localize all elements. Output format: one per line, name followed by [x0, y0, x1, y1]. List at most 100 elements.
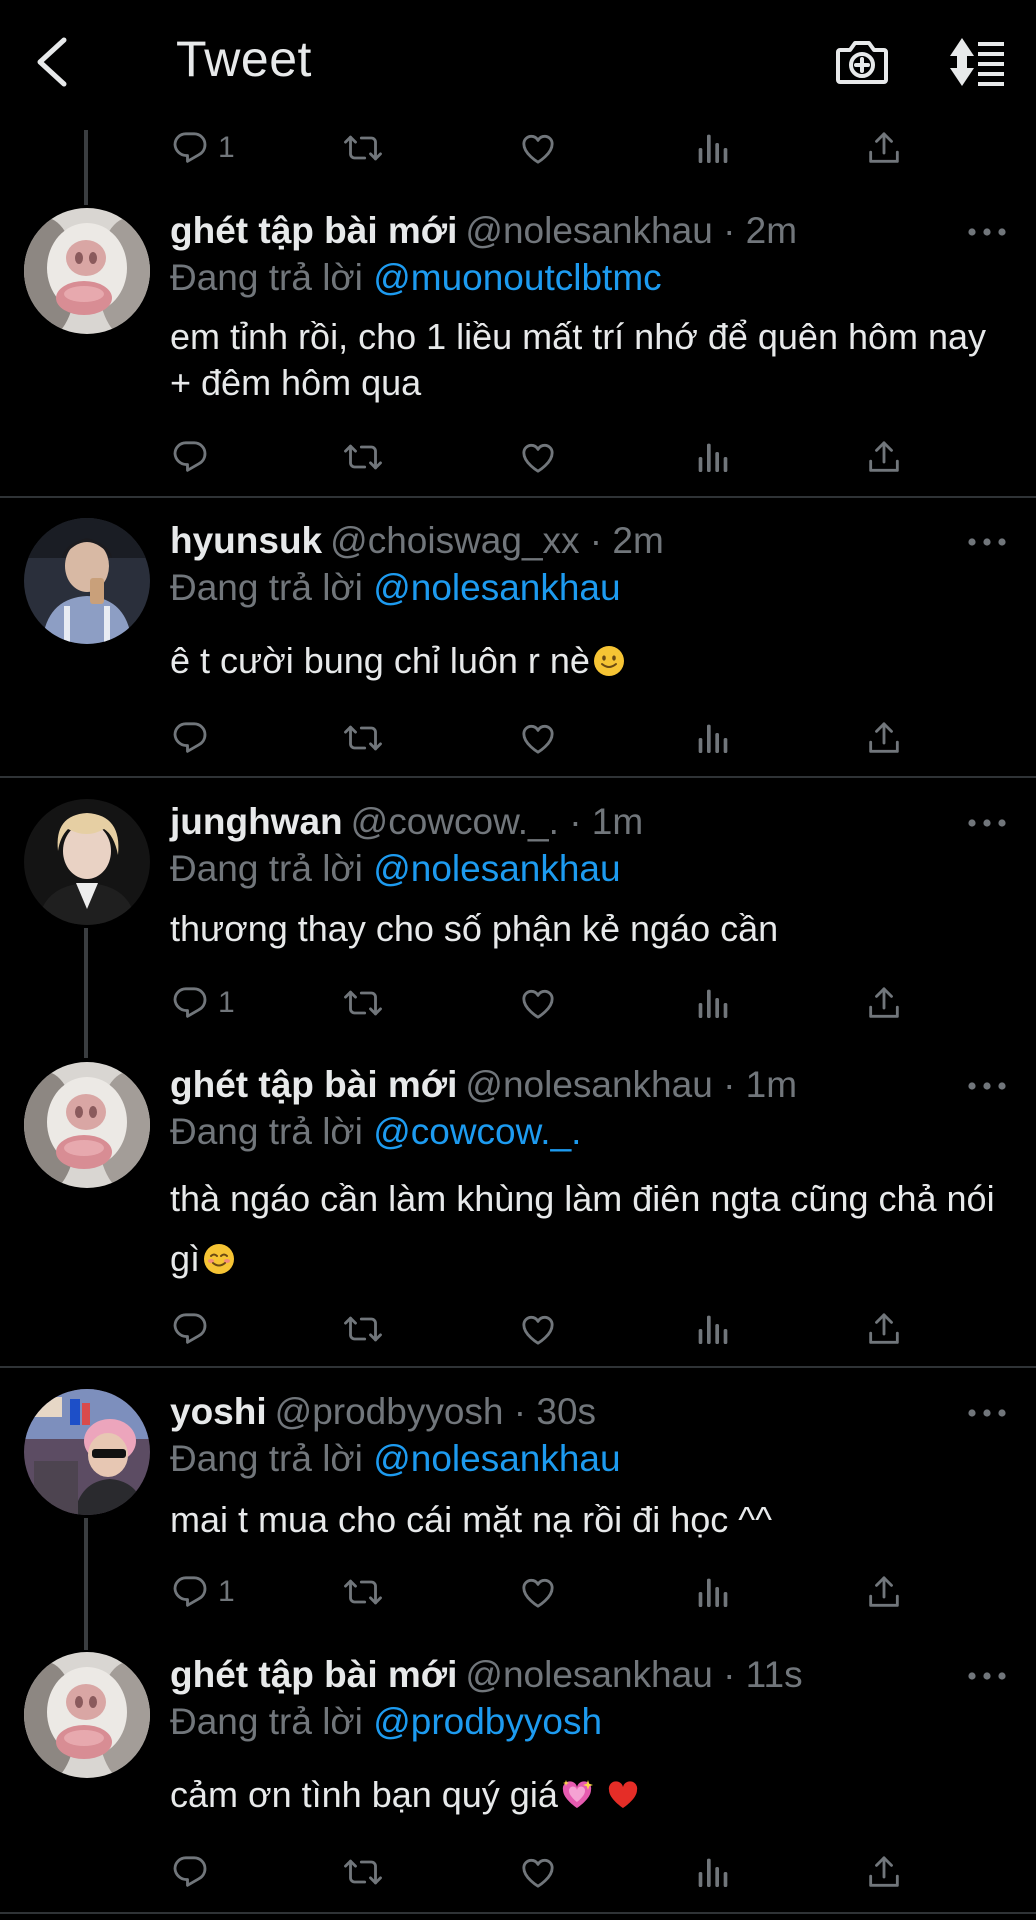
retweet-button[interactable]: [343, 1849, 383, 1895]
more-options-button[interactable]: [966, 808, 1008, 838]
display-name[interactable]: ghét tập bài mới: [170, 1654, 457, 1695]
retweet-button[interactable]: [343, 1306, 383, 1352]
retweet-button[interactable]: [343, 1569, 383, 1615]
reply-count: 1: [218, 1575, 235, 1608]
tweet-text-content: ê t cười bung chỉ luôn r nè: [170, 640, 590, 681]
retweet-icon: [343, 128, 383, 168]
avatar[interactable]: [24, 208, 150, 334]
display-name[interactable]: ghét tập bài mới: [170, 1064, 457, 1105]
reply-icon: [170, 1572, 210, 1612]
share-button[interactable]: [864, 1849, 904, 1895]
reply-mention[interactable]: @nolesankhau: [373, 567, 620, 608]
more-options-button[interactable]: [966, 527, 1008, 557]
camera-button[interactable]: [834, 34, 890, 90]
share-button[interactable]: [864, 980, 904, 1026]
display-name[interactable]: junghwan: [170, 801, 343, 842]
retweet-button[interactable]: [343, 125, 383, 171]
share-button[interactable]: [864, 125, 904, 171]
tweet-author: ghét tập bài mới @nolesankhau · 1m: [170, 1062, 946, 1108]
tweet-text: thà ngáo cần làm khùng làm điên ngta cũn…: [170, 1169, 1012, 1289]
retweet-icon: [343, 718, 383, 758]
tweet-author: ghét tập bài mới @nolesankhau · 2m: [170, 208, 946, 254]
share-button[interactable]: [864, 1306, 904, 1352]
display-name[interactable]: hyunsuk: [170, 520, 322, 561]
avatar[interactable]: [24, 518, 150, 644]
more-options-button[interactable]: [966, 1661, 1008, 1691]
reply-mention[interactable]: @muonoutclbtmc: [373, 257, 661, 298]
replying-to: Đang trả lời @nolesankhau: [170, 565, 621, 611]
sort-replies-button[interactable]: [944, 34, 1008, 90]
like-button[interactable]: [518, 1569, 558, 1615]
avatar[interactable]: [24, 799, 150, 925]
retweet-icon: [343, 437, 383, 477]
views-button[interactable]: [692, 434, 732, 480]
share-button[interactable]: [864, 715, 904, 761]
reply-mention[interactable]: @nolesankhau: [373, 1438, 620, 1479]
views-button[interactable]: [692, 1306, 732, 1352]
avatar[interactable]: [24, 1062, 150, 1188]
more-options-button[interactable]: [966, 1071, 1008, 1101]
reply-mention[interactable]: @cowcow._.: [373, 1111, 581, 1152]
like-button[interactable]: [518, 1306, 558, 1352]
reply-button[interactable]: [170, 715, 210, 761]
more-icon: [966, 226, 1008, 238]
reply-button[interactable]: 1: [170, 1569, 235, 1615]
views-button[interactable]: [692, 125, 732, 171]
back-button[interactable]: [30, 34, 78, 90]
retweet-button[interactable]: [343, 980, 383, 1026]
reply-button[interactable]: [170, 1849, 210, 1895]
tweet-actions: 1: [0, 125, 1036, 171]
like-button[interactable]: [518, 715, 558, 761]
tweet-actions: [0, 1849, 1036, 1895]
reply-icon: [170, 718, 210, 758]
more-options-button[interactable]: [966, 1398, 1008, 1428]
reply-mention[interactable]: @nolesankhau: [373, 848, 620, 889]
share-button[interactable]: [864, 1569, 904, 1615]
views-button[interactable]: [692, 1569, 732, 1615]
reply-button[interactable]: 1: [170, 980, 235, 1026]
reply-icon: [170, 1852, 210, 1892]
more-icon: [966, 817, 1008, 829]
share-icon: [864, 983, 904, 1023]
display-name[interactable]: yoshi: [170, 1391, 267, 1432]
retweet-button[interactable]: [343, 715, 383, 761]
retweet-icon: [343, 1852, 383, 1892]
reply-button[interactable]: 1: [170, 125, 235, 171]
reply-button[interactable]: [170, 1306, 210, 1352]
views-button[interactable]: [692, 1849, 732, 1895]
tweet-author: hyunsuk @choiswag_xx · 2m: [170, 518, 946, 564]
display-name[interactable]: ghét tập bài mới: [170, 210, 457, 251]
share-button[interactable]: [864, 434, 904, 480]
replying-to: Đang trả lời @nolesankhau: [170, 1436, 621, 1482]
avatar-image: [24, 1062, 150, 1188]
avatar[interactable]: [24, 1652, 150, 1778]
retweet-icon: [343, 983, 383, 1023]
heart-icon: [518, 718, 558, 758]
like-button[interactable]: [518, 980, 558, 1026]
more-icon: [966, 536, 1008, 548]
retweet-icon: [343, 1309, 383, 1349]
views-icon: [692, 437, 732, 477]
views-button[interactable]: [692, 980, 732, 1026]
reply-count: 1: [218, 131, 235, 164]
like-button[interactable]: [518, 1849, 558, 1895]
avatar[interactable]: [24, 1389, 150, 1515]
heart-icon: [518, 128, 558, 168]
replying-to-label: Đang trả lời: [170, 257, 363, 298]
avatar-image: [24, 1389, 150, 1515]
like-button[interactable]: [518, 434, 558, 480]
replying-to-label: Đang trả lời: [170, 848, 363, 889]
reply-icon: [170, 128, 210, 168]
more-options-button[interactable]: [966, 217, 1008, 247]
avatar-image: [24, 518, 150, 644]
views-button[interactable]: [692, 715, 732, 761]
replying-to-label: Đang trả lời: [170, 1111, 363, 1152]
reply-icon: [170, 983, 210, 1023]
retweet-button[interactable]: [343, 434, 383, 480]
divider: [0, 496, 1036, 498]
reply-mention[interactable]: @prodbyyosh: [373, 1701, 602, 1742]
like-button[interactable]: [518, 125, 558, 171]
reply-button[interactable]: [170, 434, 210, 480]
divider: [0, 776, 1036, 778]
handle-time: @choiswag_xx · 2m: [330, 520, 664, 561]
